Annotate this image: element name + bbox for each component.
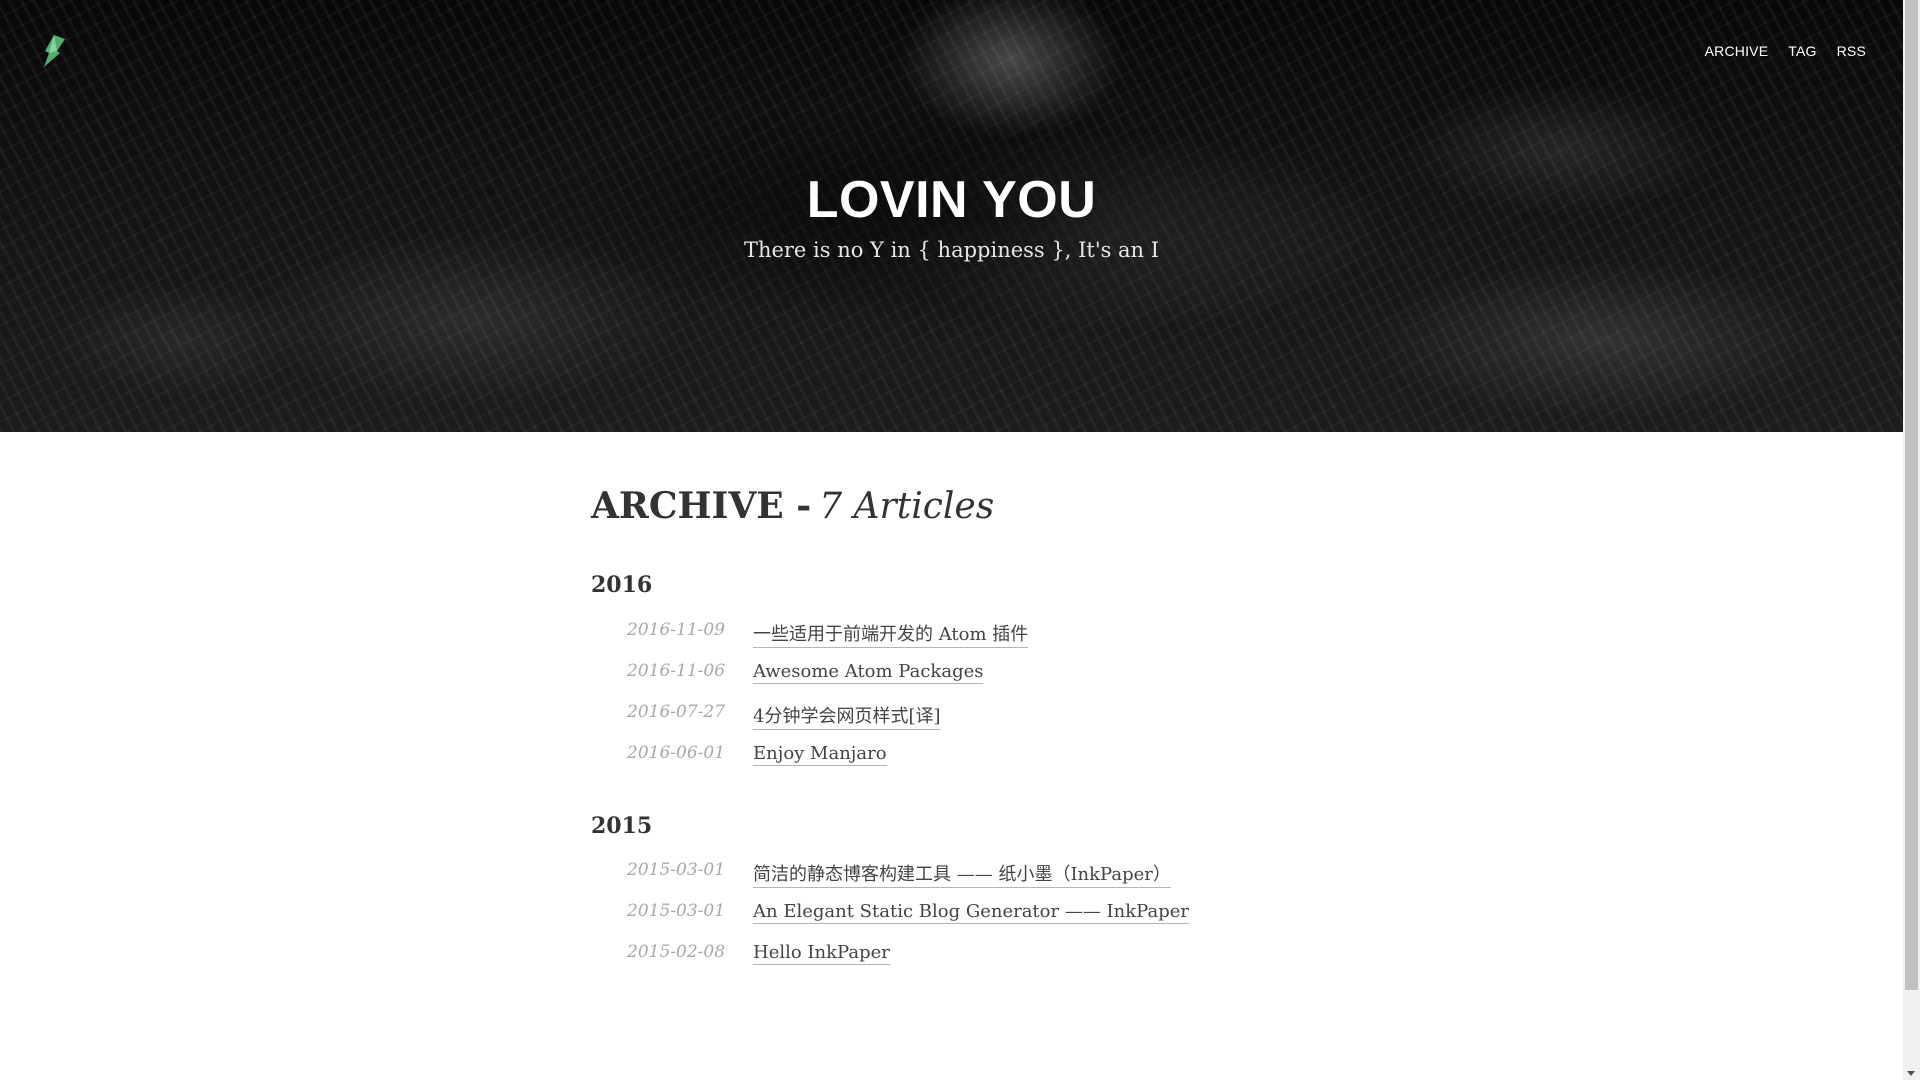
post-link[interactable]: Enjoy Manjaro (753, 743, 887, 766)
nav-tag-link[interactable]: TAG (1788, 43, 1816, 59)
post-date: 2016-06-01 (627, 743, 726, 763)
post-link[interactable]: An Elegant Static Blog Generator —— InkP… (753, 901, 1189, 924)
post-link[interactable]: Awesome Atom Packages (753, 661, 984, 684)
post-date: 2016-11-09 (627, 620, 726, 640)
post-link[interactable]: 简洁的静态博客构建工具 —— 纸小墨（InkPaper） (753, 860, 1171, 888)
top-nav: ARCHIVE TAG RSS (1705, 43, 1866, 59)
site-title: LOVIN YOU (806, 171, 1097, 229)
post-date: 2015-03-01 (627, 860, 726, 880)
site-subtitle: There is no Y in { happiness }, It's an … (743, 238, 1160, 262)
post-link[interactable]: 4分钟学会网页样式[译] (753, 702, 941, 730)
leaf-logo-icon[interactable] (40, 33, 66, 69)
post-date: 2015-03-01 (627, 901, 726, 921)
post-item: 2016-06-01 Enjoy Manjaro (627, 743, 1028, 784)
hero-banner: ARCHIVE TAG RSS LOVIN YOU There is no Y … (0, 0, 1903, 432)
scrollbar-thumb[interactable] (1905, 0, 1918, 990)
year-heading-2015: 2015 (591, 813, 653, 839)
vertical-scrollbar[interactable] (1903, 0, 1920, 1080)
archive-content: ARCHIVE -7 Articles 2016 2016-11-09 一些适用… (591, 478, 1351, 965)
post-date: 2016-07-27 (627, 702, 726, 722)
scroll-down-arrow-icon[interactable] (1907, 1071, 1915, 1076)
post-item: 2015-02-08 Hello InkPaper (627, 942, 1189, 983)
year-heading-2016: 2016 (591, 572, 653, 598)
post-item: 2016-07-27 4分钟学会网页样式[译] (627, 702, 1028, 743)
post-item: 2016-11-06 Awesome Atom Packages (627, 661, 1028, 702)
post-link[interactable]: Hello InkPaper (753, 942, 890, 965)
archive-heading: ARCHIVE -7 Articles (591, 478, 1351, 535)
post-link[interactable]: 一些适用于前端开发的 Atom 插件 (753, 620, 1029, 648)
nav-rss-link[interactable]: RSS (1837, 43, 1866, 59)
post-item: 2015-03-01 An Elegant Static Blog Genera… (627, 901, 1189, 942)
post-item: 2015-03-01 简洁的静态博客构建工具 —— 纸小墨（InkPaper） (627, 860, 1189, 901)
article-count: 7 Articles (819, 486, 995, 527)
post-list-2016: 2016-11-09 一些适用于前端开发的 Atom 插件 2016-11-06… (627, 620, 1029, 784)
post-date: 2016-11-06 (627, 661, 726, 681)
post-item: 2016-11-09 一些适用于前端开发的 Atom 插件 (627, 620, 1029, 661)
page: ARCHIVE TAG RSS LOVIN YOU There is no Y … (0, 0, 1920, 1080)
post-list-2015: 2015-03-01 简洁的静态博客构建工具 —— 纸小墨（InkPaper） … (627, 860, 1189, 983)
post-date: 2015-02-08 (627, 942, 726, 962)
archive-heading-label: ARCHIVE - (591, 485, 812, 527)
nav-archive-link[interactable]: ARCHIVE (1705, 43, 1769, 59)
